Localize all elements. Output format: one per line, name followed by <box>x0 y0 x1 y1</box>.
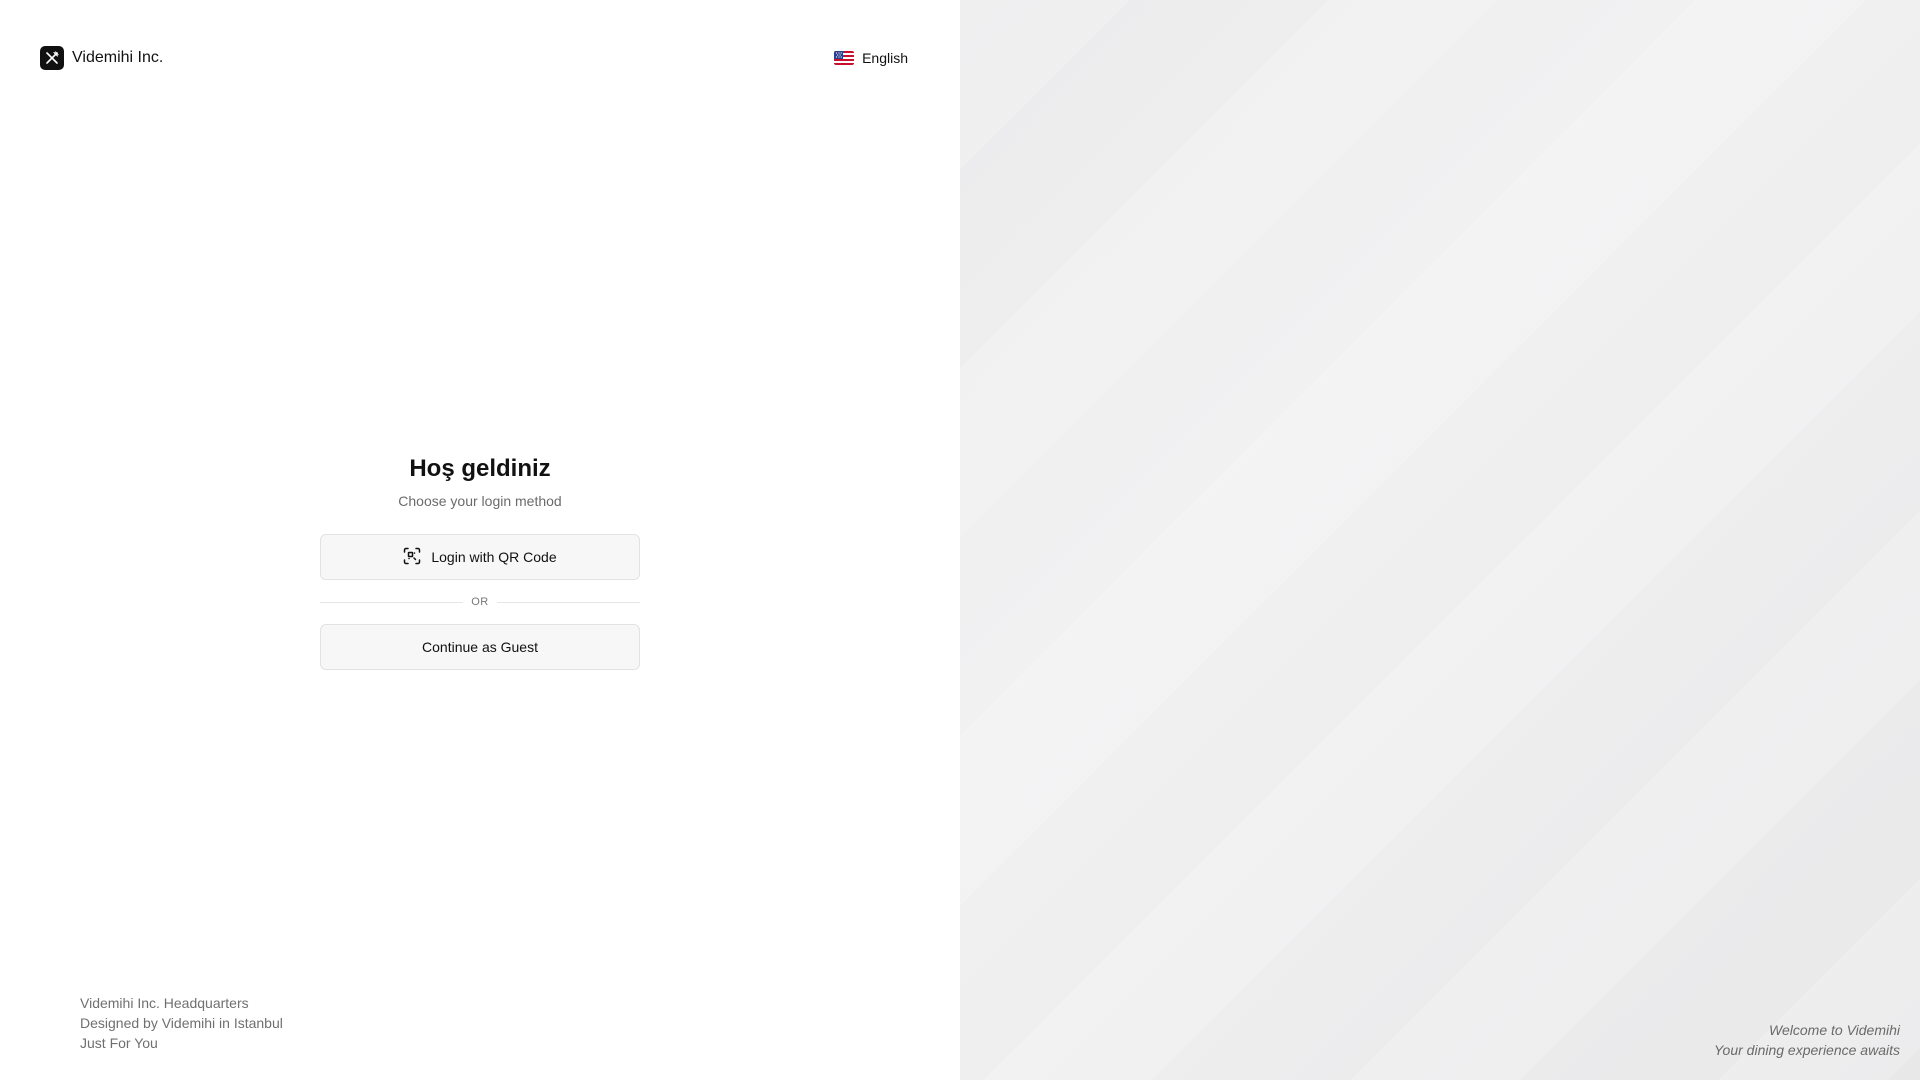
divider-line-left <box>320 601 464 603</box>
login-page: Videmihi Inc. English Hoş geldiniz Choos… <box>0 0 1920 1080</box>
guest-button-label: Continue as Guest <box>422 639 538 655</box>
language-selector[interactable]: English <box>830 46 912 70</box>
qr-scan-icon <box>403 547 421 568</box>
footer-info: Videmihi Inc. Headquarters Designed by V… <box>80 993 283 1053</box>
login-qr-label: Login with QR Code <box>431 549 557 565</box>
or-divider: OR <box>320 596 640 608</box>
hero-welcome-text: Welcome to Videmihi <box>1769 1022 1900 1038</box>
continue-as-guest-button[interactable]: Continue as Guest <box>320 624 640 670</box>
footer-line-headquarters: Videmihi Inc. Headquarters <box>80 995 249 1011</box>
login-qr-button[interactable]: Login with QR Code <box>320 534 640 580</box>
hero-background <box>960 0 1920 1080</box>
us-flag-icon <box>834 51 855 65</box>
divider-text: OR <box>471 596 489 608</box>
page-title: Hoş geldiniz <box>409 455 551 482</box>
hero-experience-text: Your dining experience awaits <box>1713 1042 1900 1058</box>
divider-line-right <box>496 601 640 603</box>
crossed-utensils-icon <box>40 46 64 70</box>
page-subtitle: Choose your login method <box>398 493 562 509</box>
hero-tagline: Welcome to Videmihi Your dining experien… <box>1714 1020 1900 1060</box>
login-form: Hoş geldiniz Choose your login method Lo… <box>320 452 640 670</box>
brand-name: Videmihi Inc. <box>72 49 164 66</box>
hero-panel: Welcome to Videmihi Your dining experien… <box>960 0 1920 1080</box>
footer-line-designed: Designed by Videmihi in Istanbul <box>80 1015 283 1031</box>
login-panel: Videmihi Inc. English Hoş geldiniz Choos… <box>0 0 960 1080</box>
footer-line-tagline: Just For You <box>80 1035 158 1051</box>
language-label: English <box>862 50 908 66</box>
brand-link[interactable]: Videmihi Inc. <box>40 46 163 70</box>
